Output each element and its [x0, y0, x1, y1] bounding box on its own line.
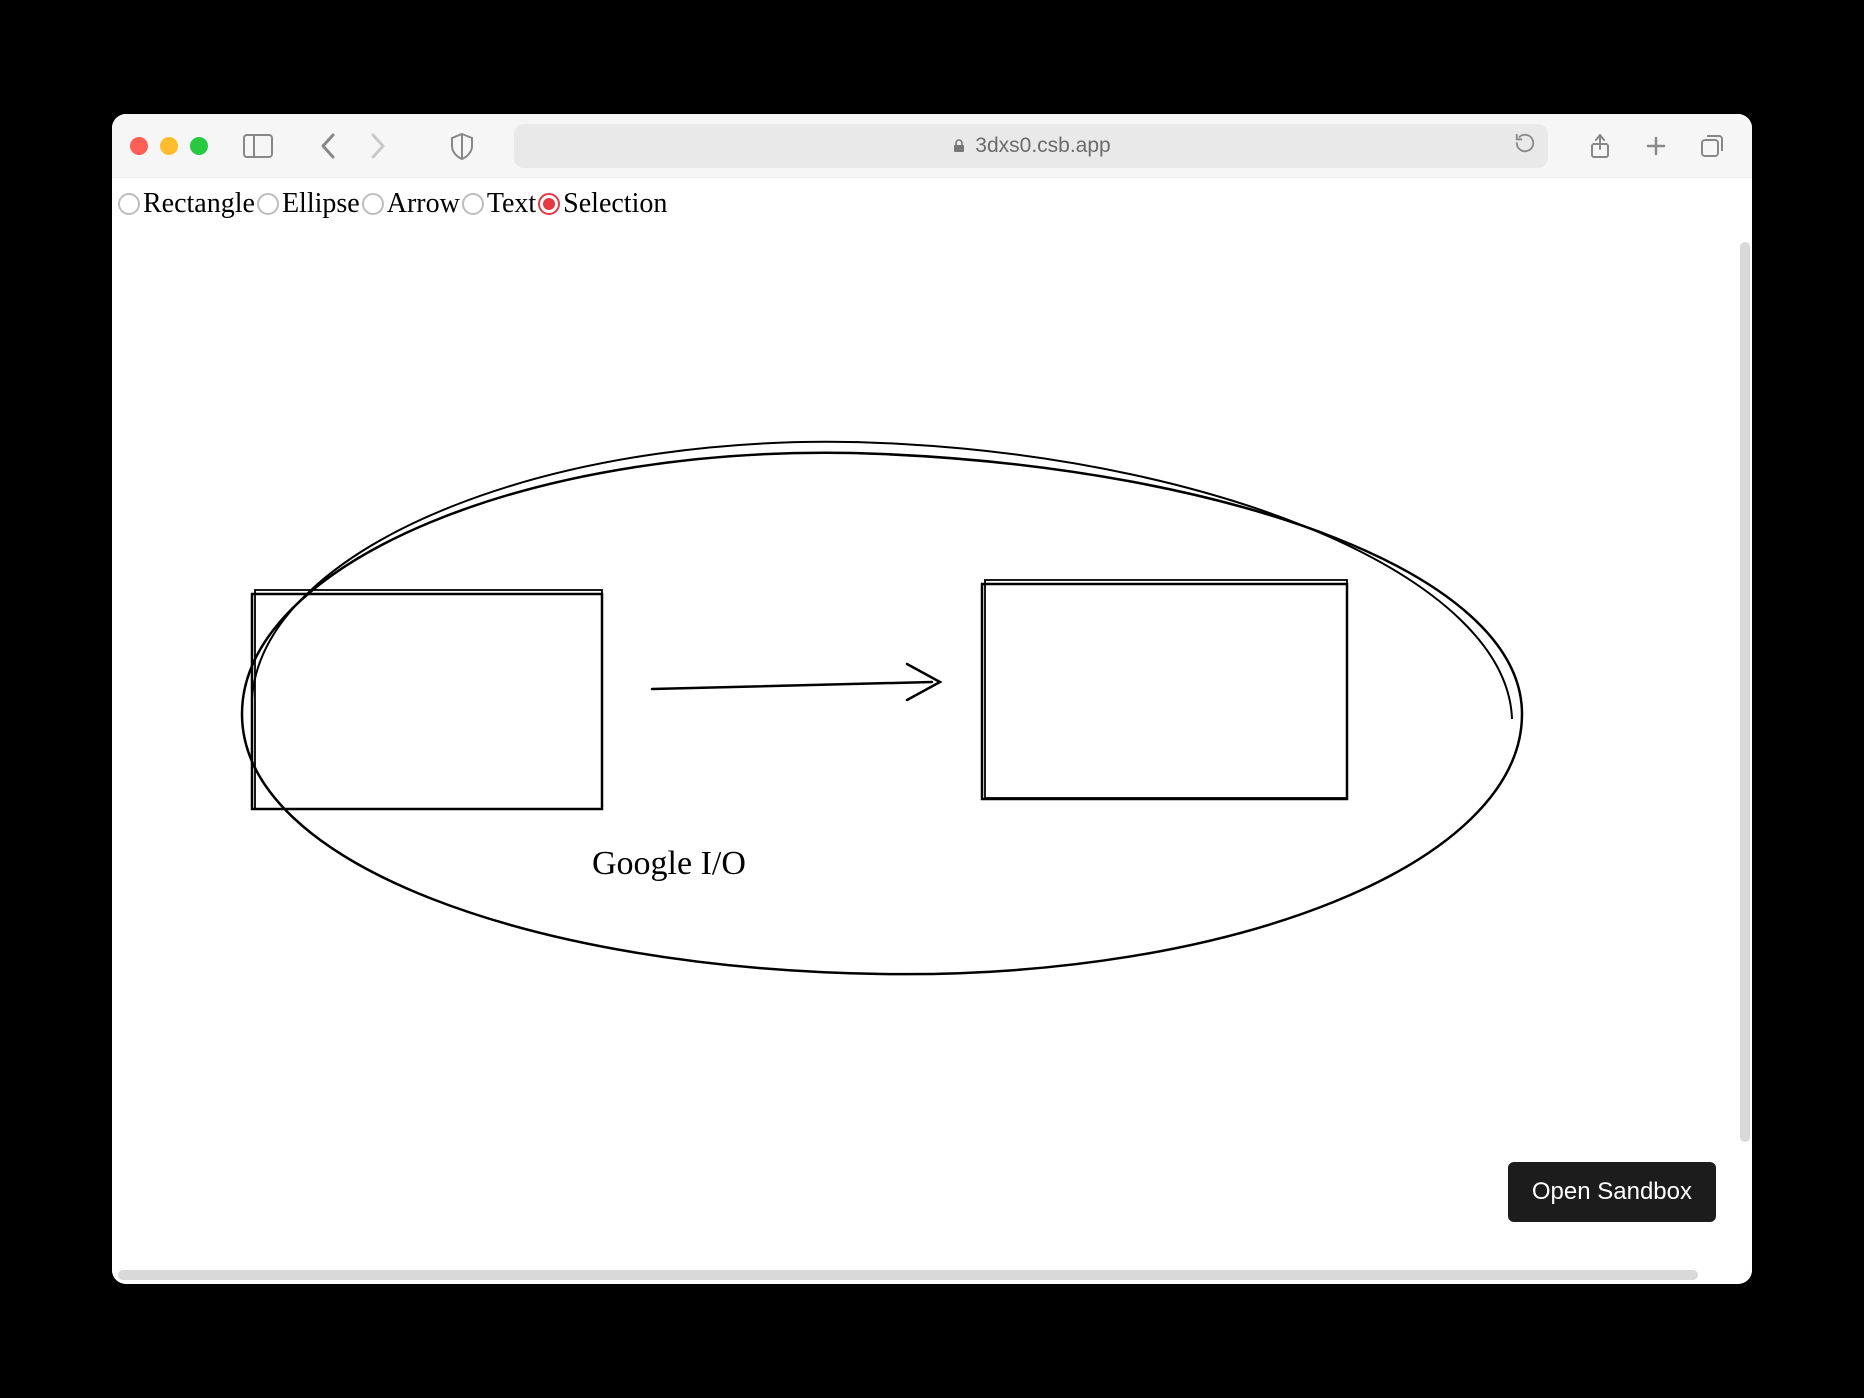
radio-icon: [257, 193, 279, 215]
open-sandbox-button[interactable]: Open Sandbox: [1508, 1162, 1716, 1222]
shape-rect-left[interactable]: [252, 590, 602, 809]
drawing-canvas[interactable]: Google I/O: [112, 234, 1752, 1284]
share-icon[interactable]: [1578, 124, 1622, 168]
tabs-overview-icon[interactable]: [1690, 124, 1734, 168]
tool-text[interactable]: Text: [462, 188, 536, 220]
traffic-lights: [130, 137, 208, 155]
sidebar-toggle-icon[interactable]: [236, 124, 280, 168]
tool-radio-group: Rectangle Ellipse Arrow Text Selection: [112, 178, 1752, 230]
new-tab-icon[interactable]: [1634, 124, 1678, 168]
back-button[interactable]: [306, 124, 350, 168]
minimize-window-button[interactable]: [160, 137, 178, 155]
tool-selection[interactable]: Selection: [538, 188, 667, 220]
radio-icon: [362, 193, 384, 215]
radio-icon: [118, 193, 140, 215]
horizontal-scrollbar[interactable]: [118, 1270, 1698, 1280]
tool-arrow[interactable]: Arrow: [362, 188, 460, 220]
tool-rectangle[interactable]: Rectangle: [118, 188, 255, 220]
canvas-svg: Google I/O: [112, 234, 1752, 1284]
nav-group: [306, 124, 400, 168]
lock-icon: [951, 138, 967, 154]
page-content: Rectangle Ellipse Arrow Text Selection: [112, 178, 1752, 1284]
reload-button[interactable]: [1514, 132, 1536, 160]
address-bar[interactable]: 3dxs0.csb.app: [514, 124, 1548, 168]
browser-window: 3dxs0.csb.app: [112, 114, 1752, 1284]
maximize-window-button[interactable]: [190, 137, 208, 155]
shape-arrow[interactable]: [652, 664, 940, 700]
close-window-button[interactable]: [130, 137, 148, 155]
right-icons: [1578, 124, 1734, 168]
tool-label: Arrow: [387, 188, 460, 220]
radio-icon: [462, 193, 484, 215]
shape-rect-right[interactable]: [982, 580, 1347, 799]
titlebar: 3dxs0.csb.app: [112, 114, 1752, 178]
tool-ellipse[interactable]: Ellipse: [257, 188, 360, 220]
url-text: 3dxs0.csb.app: [975, 134, 1110, 158]
shield-icon[interactable]: [440, 124, 484, 168]
tool-label: Rectangle: [143, 188, 255, 220]
forward-button[interactable]: [356, 124, 400, 168]
radio-icon: [538, 193, 560, 215]
shape-ellipse[interactable]: [242, 442, 1522, 974]
shape-text[interactable]: Google I/O: [592, 845, 746, 882]
tool-label: Ellipse: [282, 188, 360, 220]
vertical-scrollbar[interactable]: [1740, 242, 1750, 1142]
tool-label: Text: [487, 188, 536, 220]
tool-label: Selection: [563, 188, 667, 220]
